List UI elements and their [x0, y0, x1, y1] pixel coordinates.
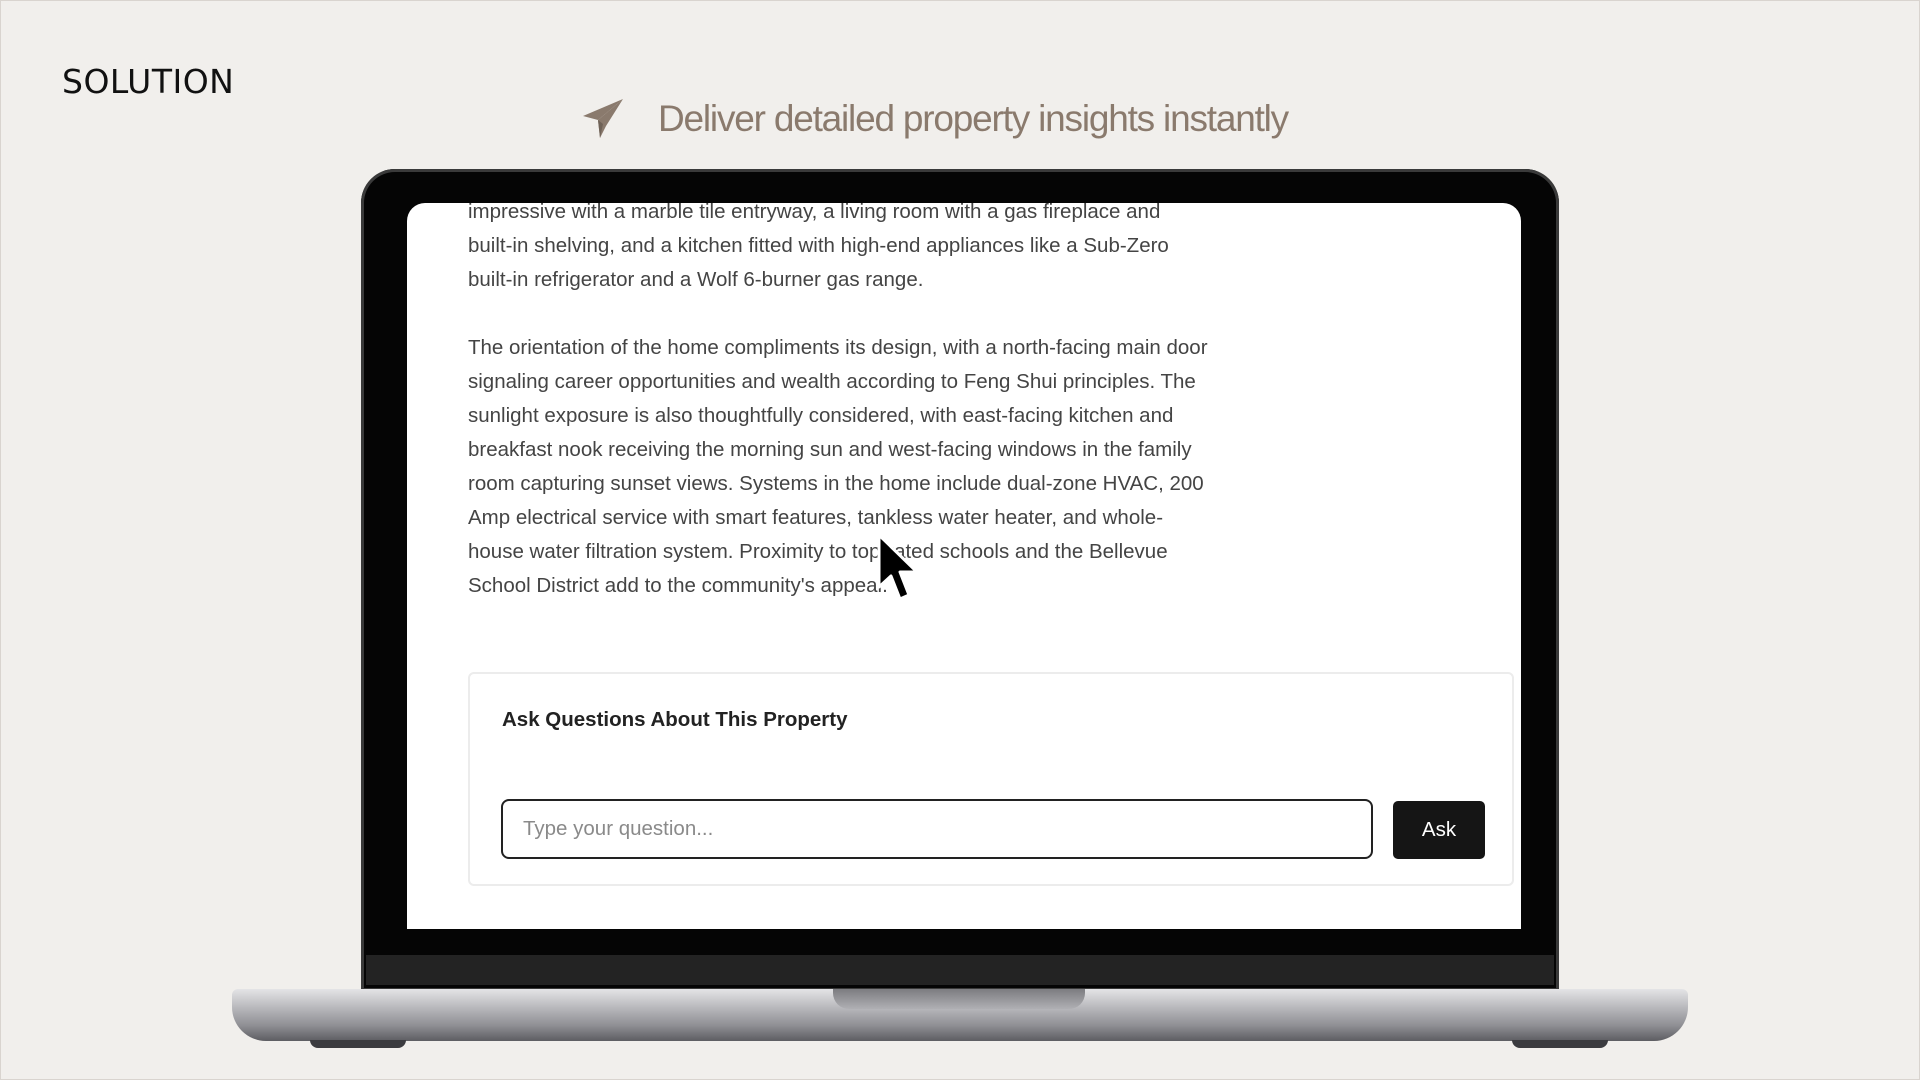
laptop-foot-left	[310, 1040, 406, 1048]
description-paragraph: impressive with a marble tile entryway, …	[468, 203, 1169, 291]
description-paragraph: The orientation of the home compliments …	[468, 336, 1208, 597]
laptop-foot-right	[1512, 1040, 1608, 1048]
qa-title: Ask Questions About This Property	[502, 708, 848, 731]
property-description: impressive with a marble tile entryway, …	[468, 203, 1208, 637]
section-label: SOLUTION	[62, 62, 235, 101]
headline: Deliver detailed property insights insta…	[580, 94, 1289, 144]
paper-plane-icon	[583, 99, 623, 138]
mouse-cursor-icon	[877, 533, 919, 601]
ask-button[interactable]: Ask	[1393, 801, 1485, 859]
laptop-screen-chin	[366, 955, 1554, 985]
qa-card: Ask Questions About This Property Ask	[468, 672, 1514, 886]
headline-text: Deliver detailed property insights insta…	[658, 98, 1289, 139]
laptop-notch	[833, 989, 1085, 1009]
question-input[interactable]	[501, 799, 1373, 859]
laptop-screen: impressive with a marble tile entryway, …	[407, 203, 1521, 929]
